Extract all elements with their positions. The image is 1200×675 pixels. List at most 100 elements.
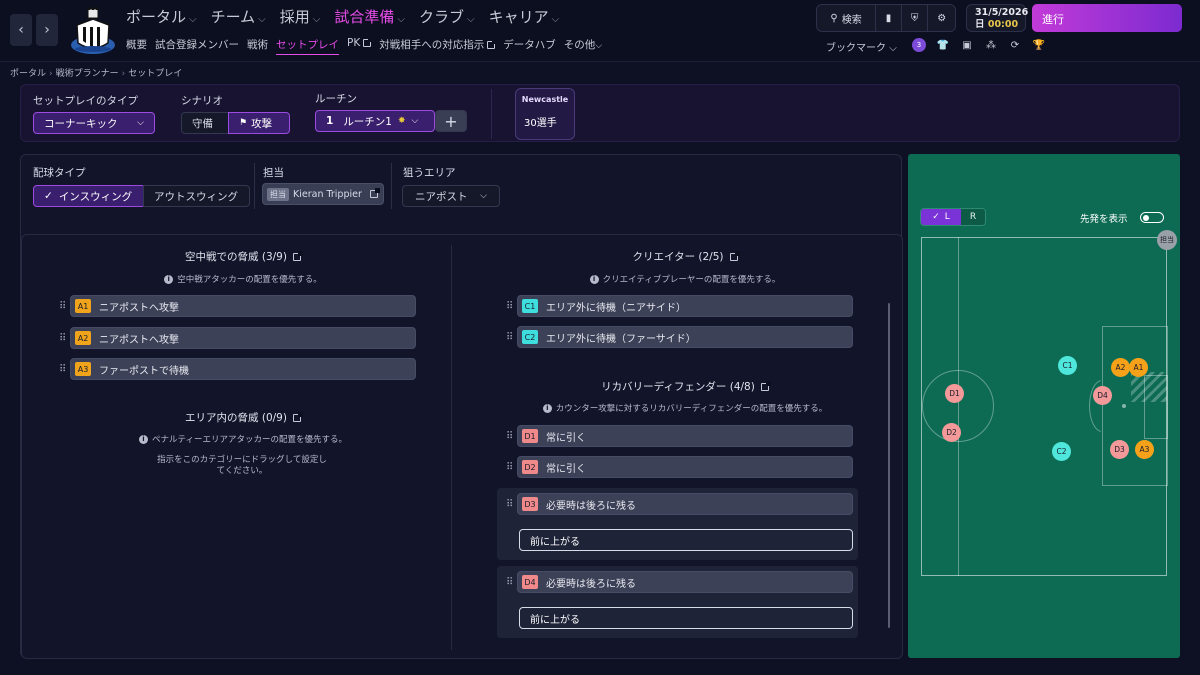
subnav-overview[interactable]: 概要 <box>126 37 147 55</box>
forward-button[interactable]: › <box>36 14 58 46</box>
subnav-set-pieces[interactable]: セットプレイ <box>276 37 339 55</box>
side-toggle: ✓ L R <box>920 208 986 226</box>
subnav-data-hub[interactable]: データハブ <box>503 37 556 55</box>
subnav-pk[interactable]: PK <box>347 37 374 55</box>
nav-team[interactable]: チーム ⌵ <box>211 6 266 27</box>
chevron-down-icon: ⌵ <box>595 41 603 51</box>
subnav-tactics[interactable]: 戦術 <box>247 37 268 55</box>
player-marker-d4[interactable]: D4 <box>1093 386 1112 405</box>
breadcrumb-planner[interactable]: 戦術プランナー <box>56 69 119 79</box>
side-r-button[interactable]: R <box>961 209 985 225</box>
search-button[interactable]: ⚲ 検索 <box>817 5 877 31</box>
role-row-d3[interactable]: ⠿ D3 必要時は後ろに残る <box>506 493 853 515</box>
role-row-a2[interactable]: ⠿ A2 ニアポストへ攻撃 <box>59 327 416 349</box>
chevron-down-icon: ⌵ <box>312 14 321 25</box>
drag-handle-icon: ⠿ <box>59 332 66 344</box>
external-link-icon[interactable] <box>292 412 303 422</box>
proceed-button[interactable]: 進行 <box>1032 4 1182 32</box>
chevron-down-icon: ⌵ <box>411 116 419 126</box>
push-up-button[interactable]: 前に上がる <box>519 607 853 629</box>
notification-icon[interactable]: 3 <box>912 38 926 52</box>
breadcrumb-portal[interactable]: ポータル <box>10 69 46 79</box>
drag-handle-icon: ⠿ <box>506 300 513 312</box>
outswing-button[interactable]: アウトスウィング <box>143 185 250 207</box>
subnav-more[interactable]: その他⌵ <box>564 37 602 55</box>
scenario-defend-button[interactable]: 守備 <box>181 112 229 134</box>
player-marker-d3[interactable]: D3 <box>1110 440 1129 459</box>
player-marker-a2[interactable]: A2 <box>1111 358 1130 377</box>
bookmarks-menu[interactable]: ブックマーク ⌵ <box>826 39 897 54</box>
club-card[interactable]: Newcastle 30選手 <box>515 88 575 140</box>
nav-match-prep[interactable]: 試合準備 ⌵ <box>334 6 405 27</box>
player-marker-c2[interactable]: C2 <box>1052 442 1071 461</box>
player-marker-c1[interactable]: C1 <box>1058 356 1077 375</box>
scenario-attack-button[interactable]: ⚑ 攻撃 <box>228 112 290 134</box>
box-threat-empty: 指示をこのカテゴリーにドラッグして設定してください。 <box>157 455 327 476</box>
club-crest-icon[interactable] <box>68 5 118 55</box>
taker-select[interactable]: 担当 Kieran Trippier <box>262 183 384 205</box>
role-badge: D2 <box>522 460 538 474</box>
role-badge: D4 <box>522 575 538 589</box>
setpiece-header: セットプレイのタイプ コーナーキック ⌵ シナリオ 守備 ⚑ 攻撃 ルーチン 1 ルー… <box>20 84 1180 142</box>
trophy-icon[interactable]: 🏆 <box>1032 38 1046 52</box>
chevron-down-icon: ⌵ <box>467 14 475 25</box>
nav-career[interactable]: キャリア ⌵ <box>489 6 560 27</box>
nav-club[interactable]: クラブ ⌵ <box>419 6 475 27</box>
role-row-c2[interactable]: ⠿ C2 エリア外に待機（ファーサイド） <box>506 326 853 348</box>
formation-icon[interactable]: ⁂ <box>984 38 998 52</box>
push-up-button[interactable]: 前に上がる <box>519 529 853 551</box>
role-group-d3: ⠿ D3 必要時は後ろに残る 前に上がる <box>497 488 858 560</box>
external-link-icon[interactable] <box>729 251 740 261</box>
refresh-icon[interactable]: ⟳ <box>1008 38 1022 52</box>
show-starters-toggle[interactable] <box>1140 212 1164 223</box>
chevron-down-icon: ⌵ <box>189 14 197 25</box>
role-row-d1[interactable]: ⠿ D1 常に引く <box>506 425 853 447</box>
chevron-down-icon: ⌵ <box>480 191 487 201</box>
external-link-icon[interactable] <box>760 381 771 391</box>
bookmark-button[interactable]: ▮ <box>876 5 902 31</box>
external-link-icon[interactable] <box>292 251 303 261</box>
role-row-d4[interactable]: ⠿ D4 必要時は後ろに残る <box>506 571 853 593</box>
taker-name: Kieran Trippier <box>293 188 362 200</box>
role-row-d2[interactable]: ⠿ D2 常に引く <box>506 456 853 478</box>
show-starters-label: 先発を表示 <box>1080 214 1128 225</box>
role-row-a1[interactable]: ⠿ A1 ニアポストへ攻撃 <box>59 295 416 317</box>
bookmark-icon: ▮ <box>885 12 892 24</box>
side-l-button[interactable]: ✓ L <box>921 209 961 225</box>
player-marker-a3[interactable]: A3 <box>1135 440 1154 459</box>
settings-button[interactable]: ⚙ <box>928 5 955 31</box>
player-marker-a1[interactable]: A1 <box>1129 358 1148 377</box>
target-area-dropdown[interactable]: ニアポスト ⌵ <box>402 185 500 207</box>
player-marker-d1[interactable]: D1 <box>945 384 964 403</box>
pitch: A1 A2 A3 C1 C2 D1 D2 D3 D4 担当 <box>921 230 1177 576</box>
nav-portal[interactable]: ポータル ⌵ <box>126 6 197 27</box>
setpiece-type-dropdown[interactable]: コーナーキック ⌵ <box>33 112 155 134</box>
clipboard-icon[interactable]: ▣ <box>960 38 974 52</box>
back-button[interactable]: ‹ <box>10 14 32 46</box>
check-icon: ✓ <box>932 212 940 222</box>
taker-label: 担当 <box>263 167 284 179</box>
role-row-a3[interactable]: ⠿ A3 ファーポストで待機 <box>59 358 416 380</box>
external-link-icon <box>363 37 374 47</box>
role-badge: A3 <box>75 362 91 376</box>
current-time: 00:00 <box>987 19 1019 30</box>
info-icon: i <box>164 275 174 284</box>
scrollbar[interactable] <box>888 303 890 628</box>
add-routine-button[interactable]: + <box>435 110 467 132</box>
chevron-down-icon: ⌵ <box>397 14 405 25</box>
subnav-opposition[interactable]: 対戦相手への対応指示 <box>379 37 498 55</box>
routine-dropdown[interactable]: 1 ルーチン1 ✸ ⌵ <box>315 110 435 132</box>
subnav-squad[interactable]: 試合登録メンバー <box>155 37 239 55</box>
role-row-c1[interactable]: ⠿ C1 エリア外に待機（ニアサイド） <box>506 295 853 317</box>
scenario-label: シナリオ <box>181 95 223 107</box>
role-badge: D1 <box>522 429 538 443</box>
roles-box: 空中戦での脅威 (3/9) i 空中戦アタッカーの配置を優先する。 ⠿ A1 ニアポス… <box>21 234 903 659</box>
taker-marker[interactable]: 担当 <box>1157 230 1177 250</box>
drag-handle-icon: ⠿ <box>506 430 513 442</box>
nav-recruitment[interactable]: 採用 ⌵ <box>280 6 321 27</box>
player-marker-d2[interactable]: D2 <box>942 423 961 442</box>
role-badge: A1 <box>75 299 91 313</box>
inbox-button[interactable]: ⛨ <box>902 5 929 31</box>
inswing-button[interactable]: ✓ インスウィング <box>33 185 144 207</box>
shirt-icon[interactable]: 👕 <box>936 38 950 52</box>
